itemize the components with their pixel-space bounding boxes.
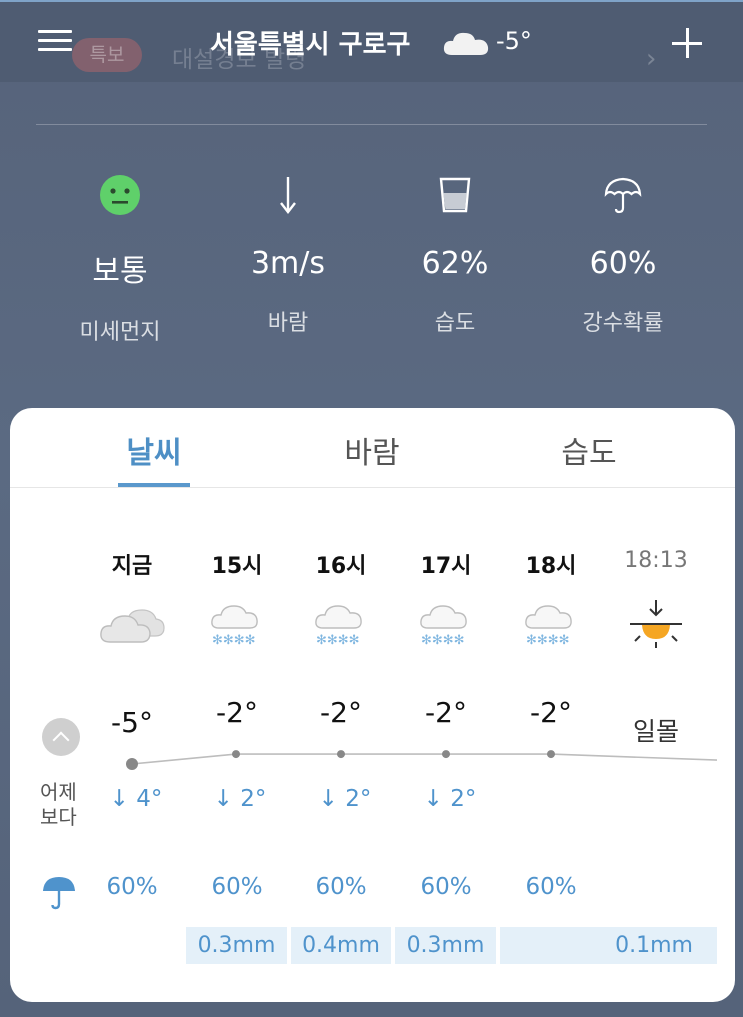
forecast-time: 16시 (315, 554, 367, 579)
add-location-icon[interactable] (670, 26, 704, 60)
temp-label: -2° (216, 696, 258, 730)
cloud-icon (80, 598, 184, 658)
temp-diff: ↓ 2° (423, 786, 477, 812)
svg-text:✻✻✻✻: ✻✻✻✻ (526, 633, 570, 648)
tab-active-indicator (118, 483, 190, 487)
stat-value: 60% (589, 246, 657, 281)
temp-diff: ↓ 2° (318, 786, 372, 812)
collapse-button[interactable] (42, 718, 80, 756)
stat-label: 바람 (267, 311, 309, 336)
stat-value: 보통 (92, 254, 148, 289)
forecast-time: 18시 (525, 554, 577, 579)
yesterday-compare-label: 어제 보다 (40, 780, 77, 829)
tab-bar: 날씨 바람 습도 (10, 408, 735, 488)
rain-amount: 0.1mm (500, 927, 717, 964)
svg-text:✻✻✻✻: ✻✻✻✻ (421, 633, 465, 648)
temp-label: -2° (320, 696, 362, 730)
forecast-card: 날씨 바람 습도 지금 15시 16시 17시 18시 18:13 ✻✻✻✻ ✻… (10, 408, 735, 1002)
hamburger-menu-icon[interactable] (38, 28, 74, 54)
forecast-time: 15시 (211, 554, 263, 579)
temp-label: -2° (425, 696, 467, 730)
top-accent-line (0, 0, 743, 2)
snow-icon: ✻✻✻✻ (185, 598, 289, 658)
chevron-right-icon[interactable]: › (646, 44, 656, 74)
precip-prob: 60% (106, 874, 158, 900)
tab-humidity[interactable]: 습도 (529, 428, 649, 472)
stat-wind[interactable]: 3m/s 바람 (208, 170, 368, 337)
location-title[interactable]: 서울특별시 구로구 (210, 24, 410, 61)
snow-icon: ✻✻✻✻ (289, 598, 393, 658)
tab-wind[interactable]: 바람 (312, 428, 432, 472)
stat-value: 62% (421, 246, 489, 281)
sunset-label: 일몰 (632, 717, 679, 746)
temp-diff: ↓ 2° (213, 786, 267, 812)
rain-amount: 0.4mm (291, 927, 391, 964)
sunset-time: 18:13 (624, 548, 688, 573)
sunset-icon (604, 598, 708, 658)
stat-fine-dust[interactable]: 보통 미세먼지 (40, 170, 200, 346)
precip-prob: 60% (525, 874, 577, 900)
tab-weather[interactable]: 날씨 (94, 428, 214, 472)
stat-precip-prob[interactable]: 60% 강수확률 (543, 170, 703, 337)
snow-icon: ✻✻✻✻ (394, 598, 498, 658)
stat-value: 3m/s (250, 246, 326, 281)
header-divider (36, 124, 707, 125)
temperature-point (126, 758, 138, 770)
svg-text:✻✻✻✻: ✻✻✻✻ (316, 633, 360, 648)
rain-amount: 0.3mm (395, 927, 496, 964)
rain-amount: 0.3mm (186, 927, 287, 964)
temp-diff: ↓ 4° (109, 786, 163, 812)
temp-label: -5° (111, 706, 153, 739)
stat-humidity[interactable]: 62% 습도 (375, 170, 535, 337)
precip-prob: 60% (211, 874, 263, 900)
temperature-point (442, 750, 450, 759)
umbrella-icon (41, 874, 77, 914)
temperature-line (131, 753, 718, 765)
precip-prob: 60% (315, 874, 367, 900)
water-glass-icon (375, 170, 535, 220)
temperature-point (547, 750, 555, 759)
forecast-time: 지금 (111, 554, 153, 579)
temperature-point (337, 750, 345, 759)
forecast-time: 17시 (420, 554, 472, 579)
temp-label: -2° (530, 696, 572, 730)
neutral-face-icon (40, 170, 200, 220)
temperature-point (232, 750, 240, 759)
precip-prob: 60% (420, 874, 472, 900)
wind-arrow-icon (208, 170, 368, 220)
header-current-temp: -5° (496, 27, 532, 55)
umbrella-icon (543, 170, 703, 220)
stat-label: 미세먼지 (79, 320, 161, 345)
svg-text:✻✻✻✻: ✻✻✻✻ (212, 633, 256, 648)
stat-label: 습도 (434, 311, 476, 336)
alert-badge[interactable]: 특보 (72, 38, 142, 72)
cloud-icon (442, 27, 490, 61)
snow-icon: ✻✻✻✻ (499, 598, 603, 658)
stat-label: 강수확률 (582, 311, 664, 336)
